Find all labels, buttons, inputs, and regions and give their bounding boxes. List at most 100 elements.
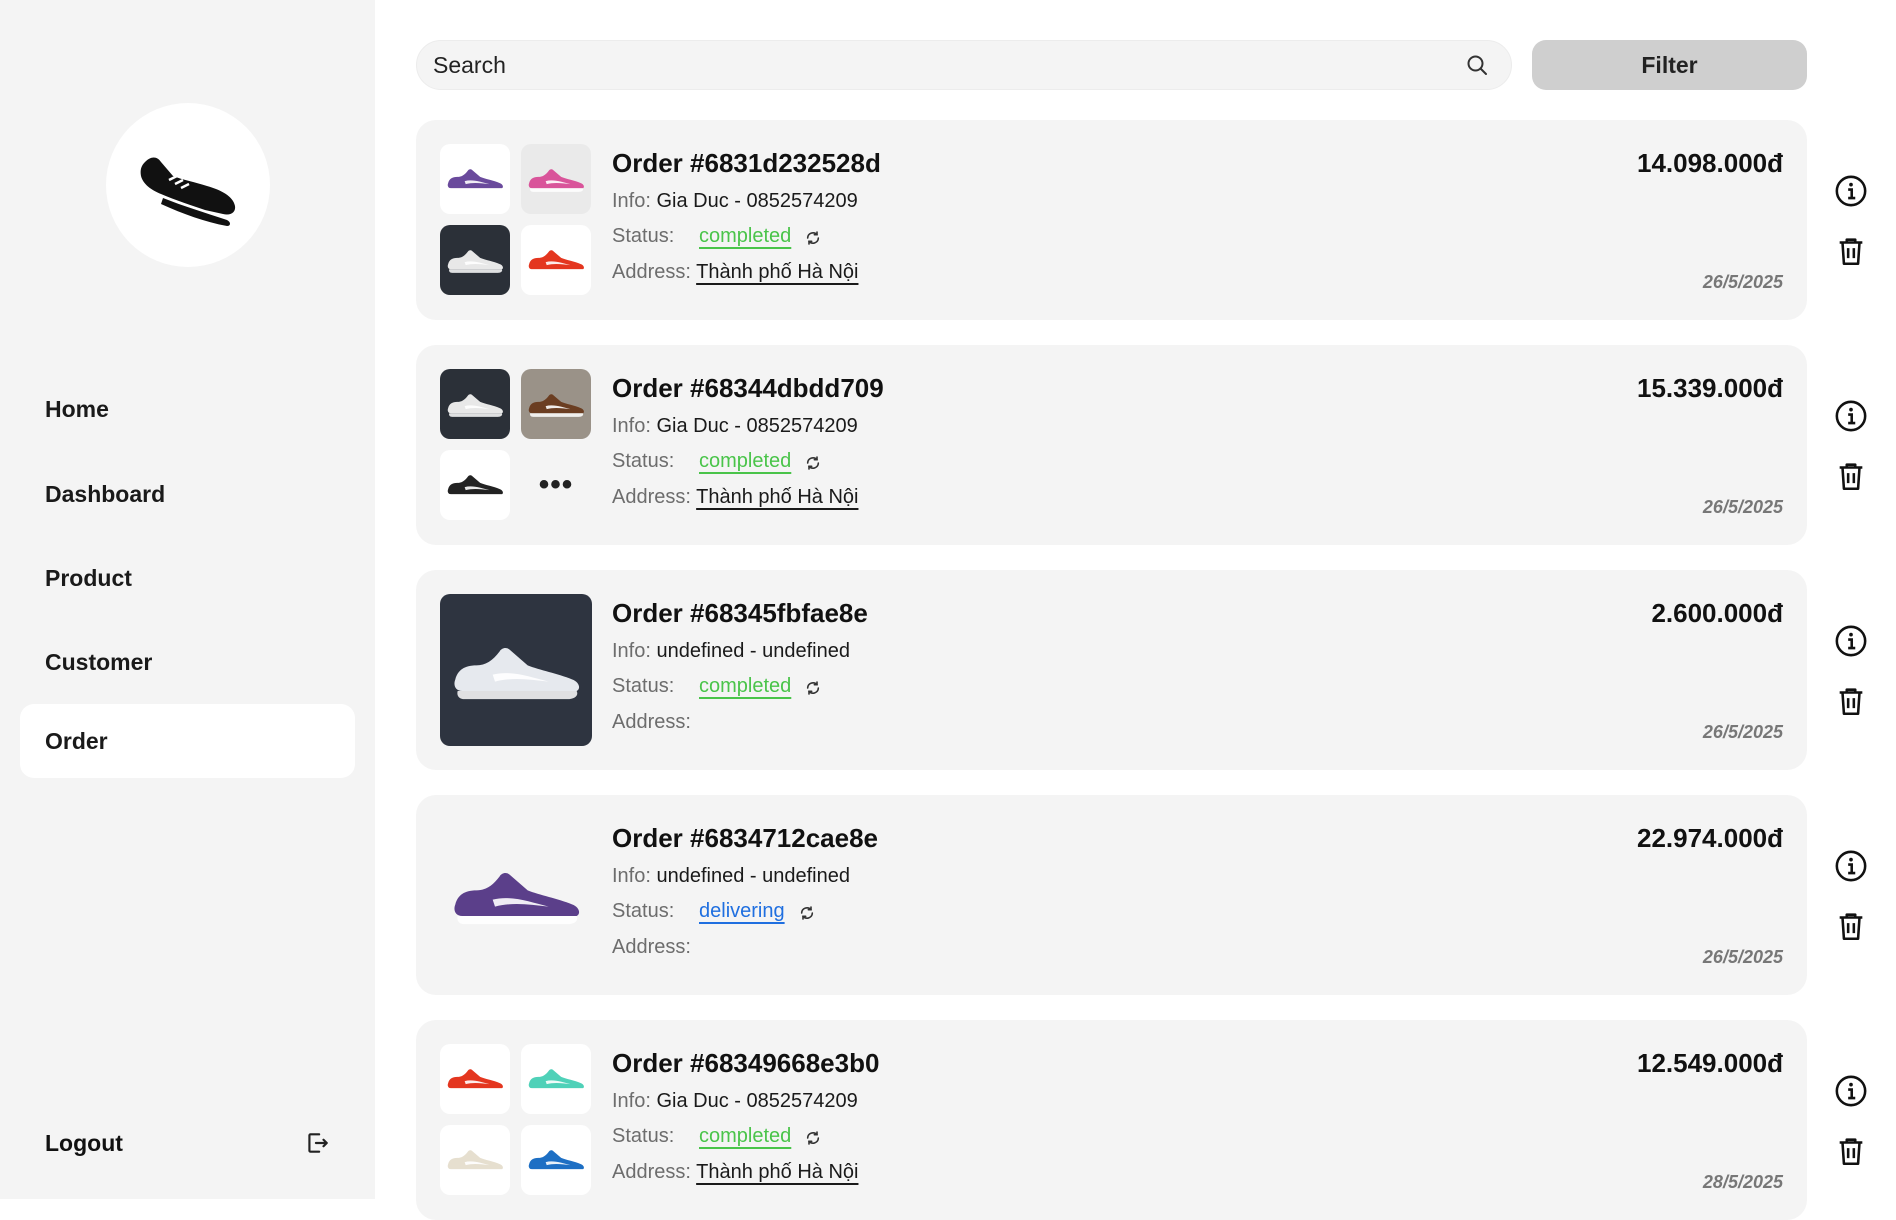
status-value[interactable]: completed	[699, 1125, 791, 1148]
sneaker-icon	[446, 855, 586, 935]
status-value[interactable]: completed	[699, 225, 791, 248]
nav-home[interactable]: Home	[20, 372, 355, 446]
trash-icon[interactable]	[1834, 1134, 1868, 1168]
info-label: Info:	[612, 640, 651, 662]
address-label: Address:	[612, 711, 691, 733]
status-value[interactable]: delivering	[699, 900, 785, 923]
refresh-icon[interactable]	[805, 680, 821, 696]
status-value[interactable]: completed	[699, 675, 791, 698]
product-thumbnail[interactable]	[440, 1125, 510, 1195]
product-thumbnail[interactable]	[440, 450, 510, 520]
order-date: 26/5/2025	[1702, 947, 1783, 967]
status-value[interactable]: completed	[699, 450, 791, 473]
more-dots: •••	[538, 468, 574, 501]
product-thumbnail[interactable]	[521, 1125, 591, 1195]
nav-order[interactable]: Order	[20, 704, 355, 778]
info-icon[interactable]	[1834, 399, 1868, 433]
sneaker-icon	[444, 1143, 506, 1177]
logout-label: Logout	[45, 1129, 123, 1156]
order-info: Info: Gia Duc - 0852574209	[612, 1090, 858, 1113]
sneaker-icon	[444, 1062, 506, 1096]
nav-dashboard-label: Dashboard	[45, 480, 166, 507]
order-thumbnails: •••	[440, 369, 592, 521]
order-status-label: Status:	[612, 900, 674, 923]
nav-product[interactable]: Product	[20, 541, 355, 615]
refresh-icon[interactable]	[805, 230, 821, 246]
product-thumbnail[interactable]	[521, 144, 591, 214]
logout-button[interactable]: Logout	[20, 1106, 355, 1180]
order-thumbnails	[440, 819, 592, 971]
order-title[interactable]: Order #6831d232528d	[612, 148, 881, 179]
nav-customer[interactable]: Customer	[20, 625, 355, 699]
order-status-label: Status:	[612, 225, 674, 248]
order-total: 12.549.000đ	[1636, 1048, 1783, 1078]
order-title[interactable]: Order #6834712cae8e	[612, 823, 878, 854]
refresh-icon[interactable]	[805, 455, 821, 471]
product-thumbnail[interactable]	[440, 225, 510, 295]
order-card[interactable]: Order #6834712cae8e Info: undefined - un…	[416, 795, 1807, 995]
nav-dashboard[interactable]: Dashboard	[20, 457, 355, 531]
info-label: Info:	[612, 415, 651, 437]
trash-icon[interactable]	[1834, 909, 1868, 943]
order-title[interactable]: Order #68349668e3b0	[612, 1048, 879, 1079]
product-thumbnail[interactable]	[440, 819, 592, 971]
trash-icon[interactable]	[1834, 459, 1868, 493]
order-date: 26/5/2025	[1702, 497, 1783, 517]
trash-icon[interactable]	[1834, 684, 1868, 718]
info-value: Gia Duc - 0852574209	[656, 190, 858, 212]
order-status-label: Status:	[612, 450, 674, 473]
address-label: Address:	[612, 936, 691, 958]
sneaker-icon	[444, 387, 506, 421]
order-status-label: Status:	[612, 675, 674, 698]
info-icon[interactable]	[1834, 624, 1868, 658]
product-thumbnail[interactable]	[521, 369, 591, 439]
sneaker-icon	[446, 630, 586, 710]
nav-product-label: Product	[45, 564, 132, 591]
refresh-icon[interactable]	[799, 905, 815, 921]
sneaker-icon	[444, 243, 506, 277]
status-label: Status:	[612, 900, 675, 922]
filter-button[interactable]: Filter	[1532, 40, 1807, 90]
sneaker-icon	[444, 468, 506, 502]
order-total: 22.974.000đ	[1636, 823, 1783, 853]
product-thumbnail[interactable]	[521, 225, 591, 295]
order-thumbnails	[440, 594, 592, 746]
order-card[interactable]: Order #6831d232528d Info: Gia Duc - 0852…	[416, 120, 1807, 320]
order-card[interactable]: Order #68349668e3b0 Info: Gia Duc - 0852…	[416, 1020, 1807, 1220]
sneaker-icon	[525, 243, 587, 277]
search-bar	[416, 40, 1512, 90]
info-label: Info:	[612, 865, 651, 887]
order-card[interactable]: ••• Order #68344dbdd709 Info: Gia Duc - …	[416, 345, 1807, 545]
order-title[interactable]: Order #68345fbfae8e	[612, 598, 868, 629]
sneaker-icon	[525, 1143, 587, 1177]
status-label: Status:	[612, 225, 675, 247]
address-label: Address:	[612, 486, 691, 508]
product-thumbnail[interactable]	[521, 1044, 591, 1114]
product-thumbnail[interactable]	[440, 594, 592, 746]
search-input[interactable]	[433, 41, 1433, 89]
trash-icon[interactable]	[1834, 234, 1868, 268]
order-info: Info: Gia Duc - 0852574209	[612, 190, 858, 213]
more-products-indicator[interactable]: •••	[521, 450, 591, 520]
order-address: Address: Thành phố Hà Nội	[612, 486, 858, 509]
search-icon[interactable]	[1465, 53, 1489, 77]
info-icon[interactable]	[1834, 849, 1868, 883]
order-thumbnails	[440, 144, 592, 296]
status-label: Status:	[612, 450, 675, 472]
order-title[interactable]: Order #68344dbdd709	[612, 373, 884, 404]
address-value: Thành phố Hà Nội	[696, 1161, 859, 1183]
info-label: Info:	[612, 190, 651, 212]
status-label: Status:	[612, 675, 675, 697]
product-thumbnail[interactable]	[440, 144, 510, 214]
info-icon[interactable]	[1834, 174, 1868, 208]
order-total: 15.339.000đ	[1636, 373, 1783, 403]
order-total: 2.600.000đ	[1651, 598, 1783, 628]
refresh-icon[interactable]	[805, 1130, 821, 1146]
order-info: Info: undefined - undefined	[612, 640, 850, 663]
product-thumbnail[interactable]	[440, 1044, 510, 1114]
order-date: 26/5/2025	[1702, 722, 1783, 742]
info-icon[interactable]	[1834, 1074, 1868, 1108]
product-thumbnail[interactable]	[440, 369, 510, 439]
logo[interactable]	[106, 103, 270, 267]
order-card[interactable]: Order #68345fbfae8e Info: undefined - un…	[416, 570, 1807, 770]
